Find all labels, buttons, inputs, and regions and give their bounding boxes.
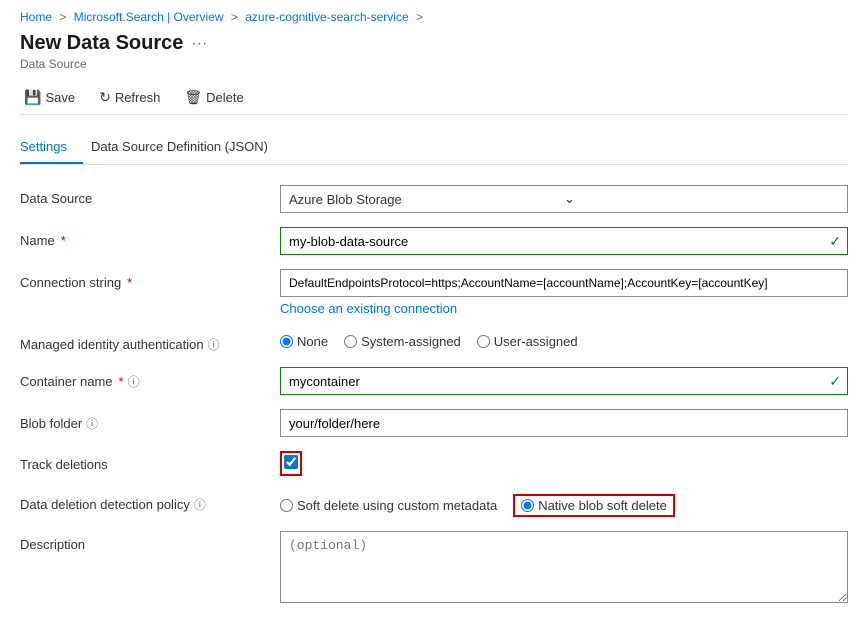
- blob-folder-info-icon[interactable]: ⓘ: [86, 415, 98, 432]
- data-source-dropdown[interactable]: Azure Blob Storage ⌄: [280, 185, 848, 213]
- blob-folder-input[interactable]: [280, 409, 848, 437]
- container-name-info-icon[interactable]: ⓘ: [128, 373, 140, 390]
- delete-button[interactable]: 🗑 Delete: [180, 87, 247, 108]
- valid-check-icon: ✓: [823, 233, 847, 250]
- required-indicator: *: [61, 233, 66, 248]
- page-header: New Data Source ···: [20, 32, 848, 55]
- tab-json-definition[interactable]: Data Source Definition (JSON): [91, 131, 284, 164]
- breadcrumb-search[interactable]: Microsoft.Search | Overview: [74, 10, 224, 24]
- container-name-label: Container name * ⓘ: [20, 367, 280, 390]
- description-textarea[interactable]: [280, 531, 848, 603]
- more-options-icon[interactable]: ···: [191, 35, 207, 53]
- radio-none-input[interactable]: [280, 335, 293, 348]
- track-deletions-checkbox[interactable]: [284, 455, 298, 469]
- refresh-icon: ↻: [99, 89, 111, 106]
- form-section: Data Source Azure Blob Storage ⌄ Name * …: [20, 185, 848, 606]
- required-indicator: *: [119, 374, 124, 389]
- page-subtitle: Data Source: [20, 57, 848, 71]
- name-row: Name * ✓: [20, 227, 848, 255]
- name-input[interactable]: [281, 228, 823, 254]
- breadcrumb-service[interactable]: azure-cognitive-search-service: [245, 10, 408, 24]
- name-control: ✓: [280, 227, 848, 255]
- tab-settings[interactable]: Settings: [20, 131, 83, 164]
- description-label: Description: [20, 531, 280, 552]
- connection-string-label: Connection string *: [20, 269, 280, 290]
- data-deletion-policy-control: Soft delete using custom metadata Native…: [280, 490, 848, 517]
- managed-identity-info-icon[interactable]: ⓘ: [208, 336, 220, 353]
- tab-bar: Settings Data Source Definition (JSON): [20, 131, 848, 165]
- breadcrumb: Home > Microsoft.Search | Overview > azu…: [20, 10, 848, 24]
- radio-soft-delete-custom[interactable]: Soft delete using custom metadata: [280, 498, 497, 513]
- refresh-button[interactable]: ↻ Refresh: [95, 87, 164, 108]
- name-label: Name *: [20, 227, 280, 248]
- managed-identity-row: Managed identity authentication ⓘ None S…: [20, 330, 848, 353]
- data-source-row: Data Source Azure Blob Storage ⌄: [20, 185, 848, 213]
- blob-folder-control: [280, 409, 848, 437]
- radio-user-assigned-input[interactable]: [477, 335, 490, 348]
- container-valid-check-icon: ✓: [823, 373, 847, 390]
- data-deletion-radio-group: Soft delete using custom metadata Native…: [280, 490, 848, 517]
- track-deletions-highlight-box: [280, 451, 302, 476]
- radio-soft-delete-custom-input[interactable]: [280, 499, 293, 512]
- track-deletions-control: [280, 451, 848, 476]
- data-source-control: Azure Blob Storage ⌄: [280, 185, 848, 213]
- container-name-input-wrapper: ✓: [280, 367, 848, 395]
- connection-string-row: Connection string * Choose an existing c…: [20, 269, 848, 316]
- radio-user-assigned[interactable]: User-assigned: [477, 334, 578, 349]
- radio-native-blob-soft-delete-input[interactable]: [521, 499, 534, 512]
- page-title: New Data Source: [20, 32, 183, 55]
- save-button[interactable]: 💾 Save: [20, 87, 79, 108]
- chevron-down-icon: ⌄: [564, 191, 839, 207]
- blob-folder-label: Blob folder ⓘ: [20, 409, 280, 432]
- data-deletion-policy-row: Data deletion detection policy ⓘ Soft de…: [20, 490, 848, 517]
- container-name-row: Container name * ⓘ ✓: [20, 367, 848, 395]
- delete-icon: 🗑: [184, 89, 202, 106]
- blob-folder-row: Blob folder ⓘ: [20, 409, 848, 437]
- native-blob-highlight-box: Native blob soft delete: [513, 494, 675, 517]
- description-control: [280, 531, 848, 606]
- managed-identity-radio-group: None System-assigned User-assigned: [280, 330, 848, 349]
- track-deletions-row: Track deletions: [20, 451, 848, 476]
- breadcrumb-home[interactable]: Home: [20, 10, 52, 24]
- managed-identity-label: Managed identity authentication ⓘ: [20, 330, 280, 353]
- description-row: Description: [20, 531, 848, 606]
- choose-connection-link[interactable]: Choose an existing connection: [280, 301, 457, 316]
- toolbar: 💾 Save ↻ Refresh 🗑 Delete: [20, 81, 848, 115]
- data-deletion-policy-label: Data deletion detection policy ⓘ: [20, 490, 280, 513]
- save-icon: 💾: [24, 89, 41, 106]
- required-indicator: *: [127, 275, 132, 290]
- connection-string-input[interactable]: [280, 269, 848, 297]
- data-source-label: Data Source: [20, 185, 280, 206]
- connection-string-control: Choose an existing connection: [280, 269, 848, 316]
- radio-system-assigned-input[interactable]: [344, 335, 357, 348]
- managed-identity-control: None System-assigned User-assigned: [280, 330, 848, 349]
- radio-native-blob-soft-delete[interactable]: Native blob soft delete: [521, 498, 667, 513]
- radio-none[interactable]: None: [280, 334, 328, 349]
- container-name-control: ✓: [280, 367, 848, 395]
- name-input-wrapper: ✓: [280, 227, 848, 255]
- track-deletions-label: Track deletions: [20, 451, 280, 472]
- data-deletion-info-icon[interactable]: ⓘ: [194, 496, 206, 513]
- radio-system-assigned[interactable]: System-assigned: [344, 334, 461, 349]
- container-name-input[interactable]: [281, 368, 823, 394]
